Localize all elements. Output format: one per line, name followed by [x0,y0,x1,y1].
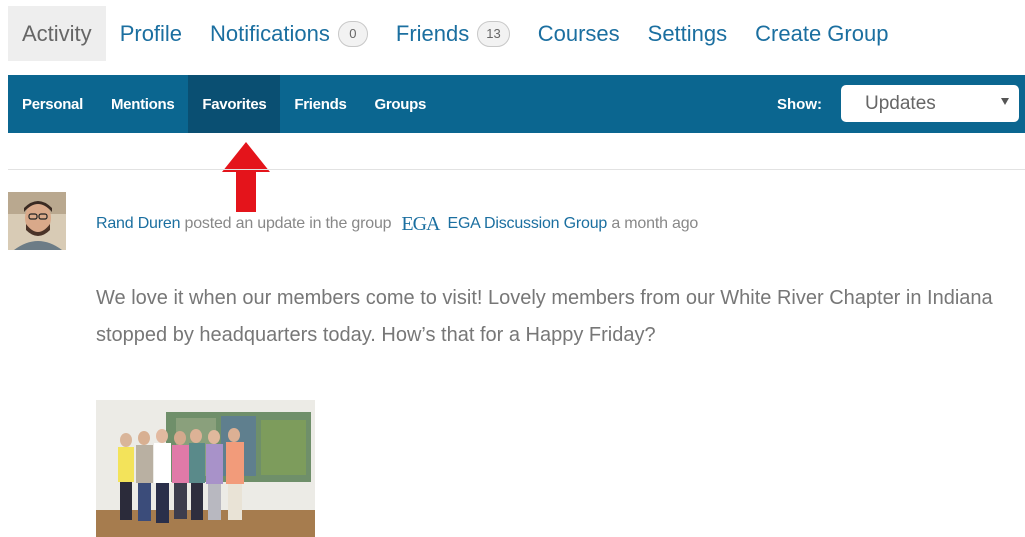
sub-tab-friends[interactable]: Friends [280,75,360,133]
show-filter-value: Updates [865,92,936,114]
tab-label: Friends [395,20,470,46]
top-nav: Activity Profile Notifications 0 Friends… [8,6,902,61]
friends-count-badge: 13 [477,20,510,47]
activity-meta: Rand Duren posted an update in the group… [96,212,698,236]
sub-tab-groups[interactable]: Groups [360,75,440,133]
tab-profile[interactable]: Profile [106,6,196,61]
tab-label: Create Group [755,20,889,46]
tab-create-group[interactable]: Create Group [741,6,902,61]
chevron-down-icon [1001,98,1009,105]
show-filter-select[interactable]: Updates [841,85,1019,122]
sub-tab-mentions[interactable]: Mentions [97,75,188,133]
notifications-count-badge: 0 [337,20,368,47]
tab-label: Profile [119,20,183,46]
divider [8,169,1025,170]
tab-settings[interactable]: Settings [634,6,742,61]
group-link[interactable]: EGA Discussion Group [447,215,607,233]
post-photo[interactable] [96,400,315,537]
author-link[interactable]: Rand Duren [96,215,180,233]
tab-label: Activity [22,20,92,46]
tab-courses[interactable]: Courses [524,6,634,61]
sub-tab-personal[interactable]: Personal [8,75,97,133]
activity-time: a month ago [611,215,699,232]
tab-label: Courses [537,20,620,46]
post-content: We love it when our members come to visi… [96,287,993,346]
sub-tab-favorites[interactable]: Favorites [188,75,281,133]
tab-label: Notifications [210,20,330,46]
tab-notifications[interactable]: Notifications 0 [196,6,382,61]
tab-label: Settings [647,20,728,46]
group-photo-image [96,400,315,537]
group-logo-icon[interactable]: EGA [401,213,440,236]
avatar[interactable] [8,192,66,250]
red-up-arrow-icon [222,142,270,212]
avatar-image [8,192,66,250]
activity-action: posted an update in the group [184,215,392,232]
activity-sub-nav: Personal Mentions Favorites Friends Grou… [8,75,1025,133]
tab-activity[interactable]: Activity [8,6,106,61]
tab-friends[interactable]: Friends 13 [382,6,524,61]
show-filter-label: Show: [777,95,822,113]
